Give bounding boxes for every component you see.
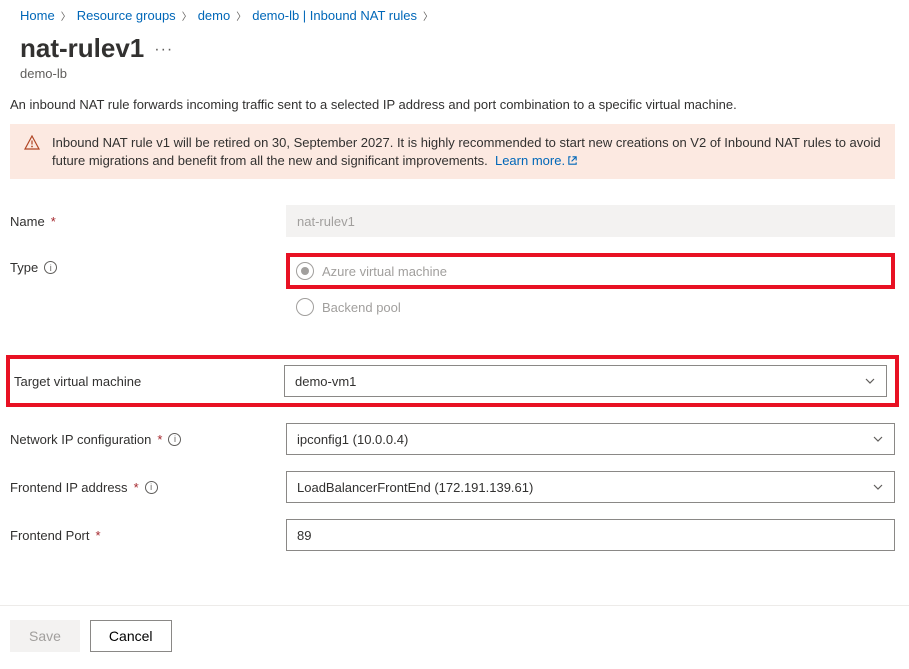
banner-text: Inbound NAT rule v1 will be retired on 3…	[52, 135, 881, 168]
info-icon[interactable]: i	[145, 481, 158, 494]
info-icon[interactable]: i	[168, 433, 181, 446]
external-link-icon	[567, 155, 578, 166]
crumb-lb-rules[interactable]: demo-lb | Inbound NAT rules	[252, 8, 417, 23]
chevron-down-icon	[864, 375, 876, 387]
cancel-button[interactable]: Cancel	[90, 620, 172, 652]
chevron-right-icon: 〉	[61, 8, 71, 23]
name-label: Name*	[10, 214, 286, 229]
chevron-down-icon	[872, 481, 884, 493]
frontend-ip-select[interactable]: LoadBalancerFrontEnd (172.191.139.61)	[286, 471, 895, 503]
more-menu-button[interactable]: ···	[154, 35, 173, 59]
deprecation-banner: Inbound NAT rule v1 will be retired on 3…	[10, 124, 895, 179]
frontend-port-label: Frontend Port*	[10, 528, 286, 543]
learn-more-link[interactable]: Learn more.	[495, 153, 578, 168]
breadcrumb: Home 〉 Resource groups 〉 demo 〉 demo-lb …	[10, 6, 895, 29]
crumb-home[interactable]: Home	[20, 8, 55, 23]
name-input	[286, 205, 895, 237]
radio-icon	[296, 298, 314, 316]
radio-icon	[296, 262, 314, 280]
warning-icon	[24, 135, 40, 151]
page-description: An inbound NAT rule forwards incoming tr…	[10, 97, 895, 112]
highlight-target-vm-row: Target virtual machine demo-vm1	[6, 355, 899, 407]
chevron-right-icon: 〉	[236, 8, 246, 23]
footer-bar: Save Cancel	[0, 605, 909, 660]
type-label: Type i	[10, 253, 286, 275]
crumb-resource-groups[interactable]: Resource groups	[77, 8, 176, 23]
chevron-right-icon: 〉	[182, 8, 192, 23]
target-vm-label: Target virtual machine	[10, 374, 284, 389]
frontend-port-input[interactable]	[286, 519, 895, 551]
radio-azure-vm[interactable]: Azure virtual machine	[296, 253, 447, 289]
crumb-group[interactable]: demo	[198, 8, 231, 23]
nic-select[interactable]: ipconfig1 (10.0.0.4)	[286, 423, 895, 455]
page-subtitle: demo-lb	[20, 66, 895, 81]
frontend-ip-label: Frontend IP address* i	[10, 480, 286, 495]
page-title: nat-rulev1	[20, 33, 144, 64]
radio-backend-pool[interactable]: Backend pool	[286, 289, 895, 325]
chevron-down-icon	[872, 433, 884, 445]
info-icon[interactable]: i	[44, 261, 57, 274]
chevron-right-icon: 〉	[423, 8, 433, 23]
nic-label: Network IP configuration* i	[10, 432, 286, 447]
highlight-type-vm: Azure virtual machine	[286, 253, 895, 289]
save-button: Save	[10, 620, 80, 652]
target-vm-select[interactable]: demo-vm1	[284, 365, 887, 397]
